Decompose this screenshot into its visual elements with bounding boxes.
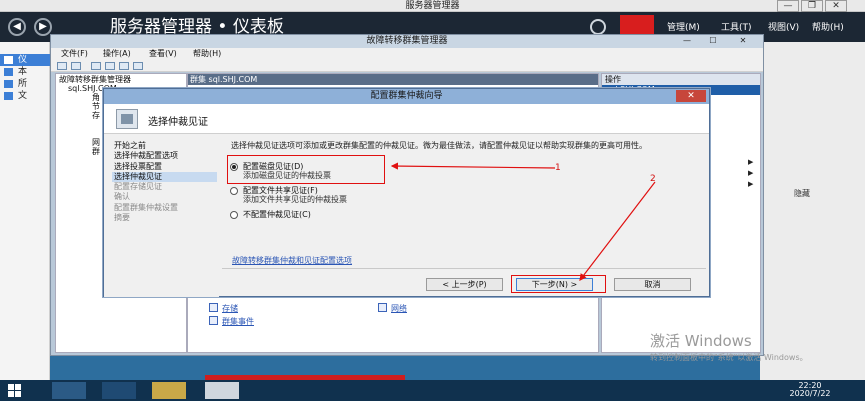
storage-link[interactable]: 存储 [222,303,238,314]
menu-view[interactable]: 视图(V) [768,20,799,33]
explorer-taskbar-icon[interactable] [152,382,186,399]
configure-quorum-wizard: 配置群集仲裁向导 ✕ 选择仲裁见证 开始之前 选择仲裁配置选项 选择投票配置 选… [103,88,710,297]
sidebar-item-label: 文 [18,91,28,101]
server-icon [4,68,13,76]
step-voting: 选择投票配置 [114,162,162,171]
step-select-witness: 选择仲裁见证 [112,172,217,182]
taskbar: 22:20 2020/7/22 [0,380,865,401]
powershell-taskbar-icon[interactable] [102,382,136,399]
actions-header: 操作 [602,74,760,85]
start-icon[interactable] [8,384,22,397]
storage-icon [209,303,218,312]
minimize-button[interactable]: — [777,0,799,12]
fcm-toolbar [51,60,763,72]
sidebar-item-label: 仪 [18,55,28,65]
step-storage-witness: 配置存储见证 [114,182,162,191]
option-sublabel: 添加文件共享见证的仲裁投票 [243,195,347,204]
step-configure: 配置群集仲裁设置 [114,203,178,212]
fcm-title: 故障转移群集管理器 [366,36,448,46]
sidebar-item-label: 本 [18,67,28,77]
folder-up-icon[interactable] [91,62,101,70]
cluster-events-icon [209,316,218,325]
window-title: 服务器管理器 [405,1,460,11]
sidebar-item-local[interactable]: 本 [0,66,50,78]
wizard-description: 选择仲裁见证选项可添加或更改群集配置的仲裁见证。微为最佳做法，请配置仲裁见证以帮… [231,141,647,150]
radio-unselected[interactable] [230,187,238,195]
wizard-steps: 开始之前 选择仲裁配置选项 选择投票配置 选择仲裁见证 配置存储见证 确认 配置… [104,135,219,297]
fcm-menu-help[interactable]: 帮助(H) [193,48,221,60]
fcm-menu-view[interactable]: 查看(V) [149,48,177,60]
menu-tools[interactable]: 工具(T) [721,20,752,33]
fcm-menu-file[interactable]: 文件(F) [61,48,88,60]
annotation-label-1: 1 [555,163,561,173]
annotation-box-2 [511,275,606,293]
wizard-page-title: 选择仲裁见证 [148,117,208,128]
step-before-you-begin: 开始之前 [114,141,146,150]
cluster-events-link[interactable]: 群集事件 [222,316,254,327]
fcm-minimize-button[interactable]: — [677,36,697,46]
option-label: 不配置仲裁见证(C) [243,210,311,219]
step-quorum-option: 选择仲裁配置选项 [114,151,178,160]
servers-icon [4,80,13,88]
watermark-line1: 激活 Windows [650,332,752,350]
maximize-button[interactable]: ❐ [801,0,823,12]
forward-icon[interactable] [71,62,81,70]
clock-date: 2020/7/22 [789,389,831,398]
fcm-titlebar: 故障转移群集管理器 — ☐ ✕ [51,35,763,48]
fcm-menu-action[interactable]: 操作(A) [103,48,131,60]
sidebar-item-dashboard[interactable]: 仪 [0,54,50,66]
annotation-box-1 [227,155,385,184]
back-icon[interactable] [57,62,67,70]
dashboard-icon [4,56,13,64]
properties-icon[interactable] [133,62,143,70]
prev-button[interactable]: < 上一步(P) [426,278,503,291]
network-link[interactable]: 网络 [391,303,407,314]
tree-storage[interactable]: 存 [92,111,100,121]
close-button[interactable]: ✕ [825,0,847,12]
wizard-titlebar: 配置群集仲裁向导 ✕ [104,89,709,104]
fcm-close-button[interactable]: ✕ [733,36,753,46]
cluster-manager-taskbar-icon[interactable] [205,382,239,399]
server-manager-taskbar-icon[interactable] [52,382,86,399]
activate-windows-watermark: 激活 Windows 转到控制面板中的"系统"以激活 Windows。 [650,330,808,363]
submenu-arrow-icon[interactable]: ▶ [748,158,753,166]
tree-events[interactable]: 群 [92,147,100,157]
taskbar-clock[interactable]: 22:20 2020/7/22 [780,382,840,398]
submenu-arrow-icon[interactable]: ▶ [748,169,753,177]
sidebar-item-all[interactable]: 所 [0,78,50,90]
watermark-line2: 转到控制面板中的"系统"以激活 Windows。 [650,353,808,362]
hide-link[interactable]: 隐藏 [794,188,810,199]
back-button[interactable]: ◀ [8,18,26,36]
menu-help[interactable]: 帮助(H) [812,20,844,33]
server-manager-sidebar: 仪 本 所 文 [0,42,50,380]
list-icon[interactable] [105,62,115,70]
cluster-header: 群集 sql.SHJ.COM [188,74,598,85]
cancel-button[interactable]: 取消 [614,278,691,291]
server-manager-titlebar: 服务器管理器 — ❐ ✕ [0,0,865,12]
wizard-page-header: 选择仲裁见证 [104,104,709,134]
quorum-options-link[interactable]: 故障转移群集仲裁和见证配置选项 [232,255,352,266]
cluster-icon [116,109,138,129]
network-icon [378,303,387,312]
refresh-icon[interactable] [590,19,606,35]
sidebar-item-file[interactable]: 文 [0,90,50,102]
wizard-close-button[interactable]: ✕ [676,90,706,102]
wizard-title: 配置群集仲裁向导 [370,91,443,101]
submenu-arrow-icon[interactable]: ▶ [748,180,753,188]
step-confirm: 确认 [114,192,130,201]
wizard-separator [222,268,706,269]
sidebar-item-label: 所 [18,79,28,89]
fcm-menubar: 文件(F) 操作(A) 查看(V) 帮助(H) [51,48,763,60]
step-summary: 摘要 [114,213,130,222]
folder-icon [4,92,13,100]
annotation-label-2: 2 [650,174,656,184]
fcm-maximize-button[interactable]: ☐ [703,36,723,46]
help-icon[interactable] [119,62,129,70]
radio-unselected[interactable] [230,211,238,219]
menu-manage[interactable]: 管理(M) [667,20,700,33]
